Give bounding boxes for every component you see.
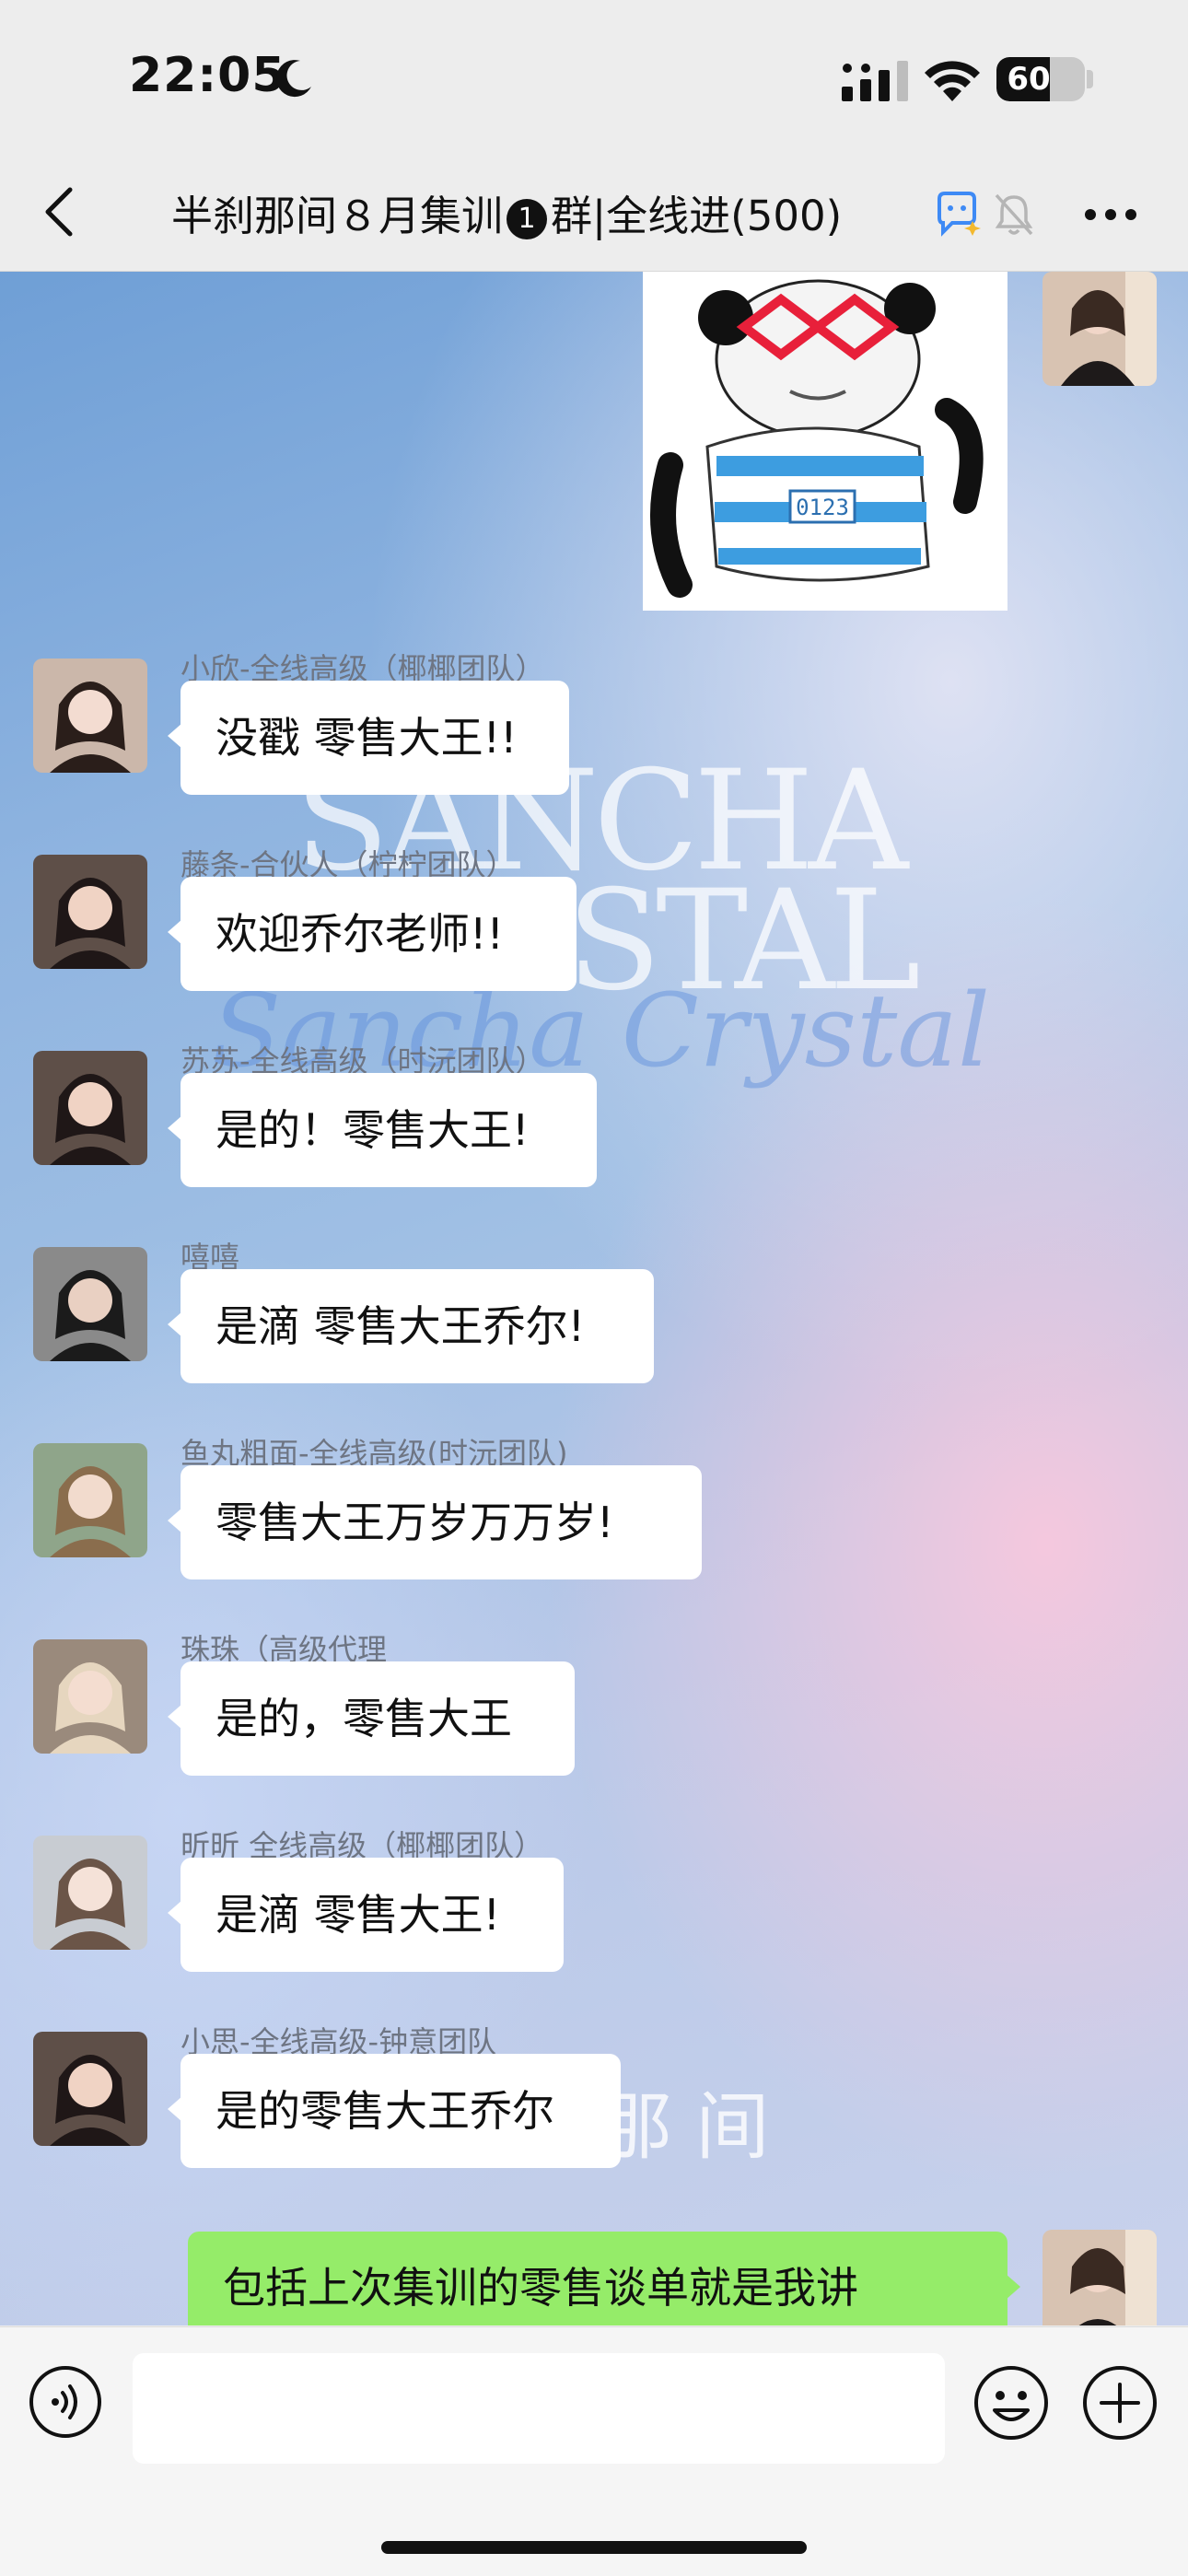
message-text: 没戳 零售大王!! <box>215 713 518 763</box>
message-bubble[interactable]: 是的，零售大王 <box>168 1661 575 1776</box>
sticker-label: 0123 <box>796 495 849 520</box>
avatar-self-top[interactable] <box>1042 272 1157 386</box>
avatar-image <box>33 1836 147 1950</box>
own-message-bubble[interactable]: 包括上次集训的零售谈单就是我讲 <box>188 2232 1020 2325</box>
avatar-image <box>33 1051 147 1165</box>
sticker-image[interactable]: 0123 <box>643 272 1007 611</box>
avatar-self-image <box>1042 272 1157 386</box>
message-text: 欢迎乔尔老师!! <box>215 909 504 959</box>
message-bubble[interactable]: 欢迎乔尔老师!! <box>168 877 577 991</box>
input-bar <box>0 2326 1188 2576</box>
avatar-image <box>33 1443 147 1557</box>
title-part1: 半刹那间８月集训 <box>171 192 504 240</box>
message-input[interactable] <box>133 2353 945 2464</box>
more-icon[interactable] <box>1081 201 1140 228</box>
status-bar: 22:05 60 <box>0 0 1188 157</box>
avatar-image <box>33 659 147 773</box>
avatar-self-image <box>1042 2230 1157 2325</box>
wifi-icon <box>925 61 980 101</box>
avatar-image <box>33 1247 147 1361</box>
title-badge: 1 <box>507 199 548 239</box>
nav-bar: 半刹那间８月集训 1 群|全线进(500) <box>0 157 1188 272</box>
emoji-icon[interactable] <box>973 2364 1050 2442</box>
panda-sticker-icon: 0123 <box>650 279 984 598</box>
plus-icon[interactable] <box>1081 2364 1159 2442</box>
avatar[interactable] <box>33 855 147 969</box>
avatar-image <box>33 1639 147 1754</box>
avatar[interactable] <box>33 1836 147 1950</box>
battery-percent: 60 <box>1007 61 1051 98</box>
message-bubble[interactable]: 零售大王万岁万万岁! <box>168 1465 702 1579</box>
signal-icon <box>842 61 908 101</box>
battery-nub <box>1087 70 1093 88</box>
own-message-text: 包括上次集训的零售谈单就是我讲 <box>223 2263 858 2313</box>
avatar[interactable] <box>33 1247 147 1361</box>
avatar-image <box>33 2032 147 2146</box>
title-part2: 群|全线进(500) <box>551 192 843 240</box>
message-text: 是的，零售大王 <box>215 1694 512 1743</box>
watermark-chinese: 那 间 <box>599 2084 770 2170</box>
message-text: 零售大王万岁万万岁! <box>215 1498 614 1547</box>
message-bubble[interactable]: 没戳 零售大王!! <box>168 681 569 795</box>
avatar[interactable] <box>33 1443 147 1557</box>
battery-icon: 60 <box>996 57 1085 101</box>
avatar[interactable] <box>33 2032 147 2146</box>
chat-title: 半刹那间８月集训 1 群|全线进(500) <box>171 182 842 242</box>
avatar[interactable] <box>33 1051 147 1165</box>
message-text: 是的零售大王乔尔 <box>215 2086 554 2136</box>
mute-bell-icon[interactable] <box>993 192 1035 238</box>
message-bubble[interactable]: 是滴 零售大王乔尔! <box>168 1269 654 1383</box>
message-text: 是滴 零售大王乔尔! <box>215 1301 586 1351</box>
message-bubble[interactable]: 是的！零售大王! <box>168 1073 597 1187</box>
avatar[interactable] <box>33 659 147 773</box>
message-bubble[interactable]: 是的零售大王乔尔 <box>168 2054 621 2168</box>
avatar-image <box>33 855 147 969</box>
message-text: 是滴 零售大王! <box>215 1890 501 1940</box>
voice-icon[interactable] <box>28 2364 103 2440</box>
ai-icon[interactable] <box>932 190 984 239</box>
message-bubble[interactable]: 是滴 零售大王! <box>168 1858 564 1972</box>
moon-icon <box>276 60 311 98</box>
chat-area[interactable]: SANCHA RYSTAL Sancha Crystal 那 间 0123 小欣… <box>0 272 1188 2325</box>
status-time: 22:05 <box>129 48 286 103</box>
back-icon[interactable] <box>41 182 77 241</box>
avatar[interactable] <box>33 1639 147 1754</box>
message-text: 是的！零售大王! <box>215 1105 530 1155</box>
avatar-self-bottom[interactable] <box>1042 2230 1157 2325</box>
home-indicator <box>381 2541 807 2554</box>
